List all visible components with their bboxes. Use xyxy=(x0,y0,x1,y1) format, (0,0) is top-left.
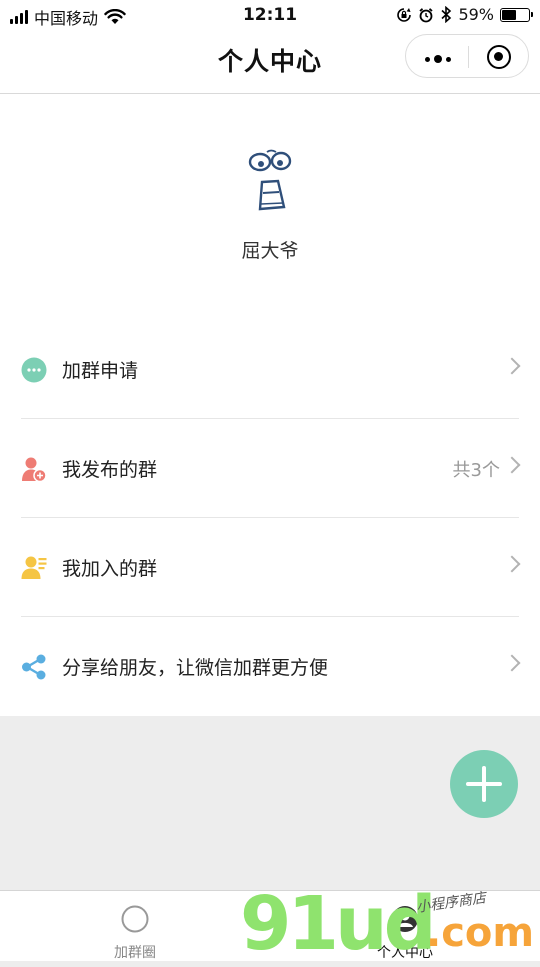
orientation-lock-icon xyxy=(397,7,412,22)
doodle-avatar-icon[interactable] xyxy=(243,149,299,221)
profile-icon xyxy=(392,906,418,932)
chat-bubble-icon xyxy=(21,357,47,383)
navigation-bar: 个人中心 xyxy=(0,30,540,94)
mini-program-capsule xyxy=(405,34,529,78)
status-right: 59% xyxy=(396,5,533,24)
circle-icon xyxy=(121,905,149,933)
menu-list: 加群申请 我发布的群 共3个 我加入的群 分享给朋友，让微信加群更方便 xyxy=(0,320,540,716)
chevron-right-icon xyxy=(503,654,521,672)
user-card-icon xyxy=(21,556,47,579)
tab-label: 加群圈 xyxy=(114,945,156,961)
menu-item-my-joined-groups[interactable]: 我加入的群 xyxy=(0,518,540,617)
close-target-icon[interactable] xyxy=(487,45,511,69)
menu-item-label: 我发布的群 xyxy=(62,459,158,481)
chevron-right-icon xyxy=(503,357,521,375)
battery-percent: 59% xyxy=(458,5,494,24)
chevron-right-icon xyxy=(503,555,521,573)
chevron-right-icon xyxy=(503,456,521,474)
alarm-icon xyxy=(419,7,434,22)
tab-personal-center[interactable]: 个人中心 xyxy=(270,891,540,961)
menu-item-my-published-groups[interactable]: 我发布的群 共3个 xyxy=(0,419,540,518)
share-icon xyxy=(22,654,46,680)
group-count: 共3个 xyxy=(452,460,500,481)
tab-label: 个人中心 xyxy=(377,945,433,961)
battery-icon xyxy=(500,7,533,22)
add-group-button[interactable] xyxy=(450,750,518,818)
tab-join-circle[interactable]: 加群圈 xyxy=(0,891,270,961)
bluetooth-icon xyxy=(441,6,452,23)
status-bar: 中国移动 12:11 59% xyxy=(0,0,540,30)
menu-item-share[interactable]: 分享给朋友，让微信加群更方便 xyxy=(0,617,540,716)
capsule-divider xyxy=(468,46,469,68)
user-add-icon xyxy=(22,457,47,482)
menu-item-label: 加群申请 xyxy=(62,360,139,382)
menu-item-label: 我加入的群 xyxy=(62,558,158,580)
profile-section: 屈大爷 xyxy=(0,94,540,324)
menu-item-label: 分享给朋友，让微信加群更方便 xyxy=(62,657,329,679)
tab-bar: 加群圈 个人中心 xyxy=(0,890,540,961)
user-name: 屈大爷 xyxy=(241,240,299,262)
more-icon[interactable] xyxy=(425,55,451,63)
menu-item-join-requests[interactable]: 加群申请 xyxy=(0,320,540,419)
